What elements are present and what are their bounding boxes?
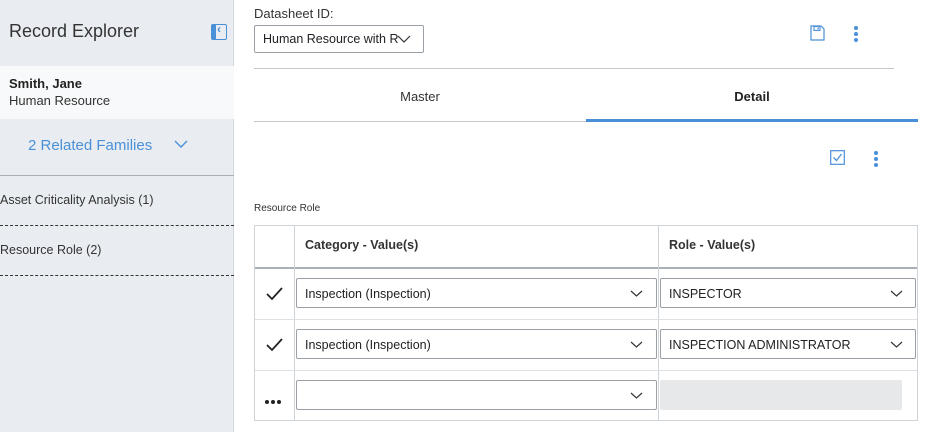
tab-bar: Master Detail — [254, 76, 918, 122]
header-divider — [255, 267, 917, 269]
datasheet-select[interactable]: Human Resource with R — [254, 25, 424, 53]
related-families-label: 2 Related Families — [28, 137, 153, 154]
role-select[interactable]: INSPECTION ADMINISTRATOR — [660, 329, 916, 359]
category-value: Inspection (Inspection) — [305, 287, 431, 301]
checkmark-icon[interactable] — [265, 335, 285, 355]
datasheet-select-value: Human Resource with R — [263, 32, 399, 46]
column-header-category[interactable]: Category - Value(s) — [305, 226, 655, 268]
category-value: Inspection (Inspection) — [305, 338, 431, 352]
chevron-down-icon — [630, 341, 643, 348]
current-record[interactable]: Smith, Jane Human Resource — [0, 66, 234, 119]
record-name: Smith, Jane — [9, 76, 82, 91]
category-select[interactable]: Inspection (Inspection) — [296, 278, 657, 308]
kebab-menu-icon[interactable] — [853, 26, 859, 42]
ellipsis-icon[interactable] — [265, 391, 285, 404]
sidebar-collapse-icon[interactable]: ‹ — [211, 22, 227, 40]
grid-caption: Resource Role — [254, 203, 321, 214]
role-select-disabled — [660, 380, 902, 410]
record-explorer-sidebar: Record Explorer ‹ Smith, Jane Human Reso… — [0, 0, 234, 432]
sidebar-title: Record Explorer — [9, 21, 140, 41]
divider — [254, 68, 894, 69]
column-divider — [658, 226, 659, 420]
sidebar-header: Record Explorer ‹ — [0, 0, 233, 66]
save-icon[interactable] — [809, 25, 825, 41]
tab-master[interactable]: Master — [254, 76, 586, 122]
checkmark-icon[interactable] — [265, 284, 285, 304]
family-item-asset-criticality[interactable]: Asset Criticality Analysis (1) — [0, 176, 234, 226]
chevron-down-icon — [174, 140, 188, 148]
checkbox-icon[interactable] — [830, 150, 845, 165]
datasheet-panel: Datasheet ID: Human Resource with R Mast… — [235, 0, 934, 432]
chevron-down-icon — [397, 35, 411, 43]
family-item-resource-role[interactable]: Resource Role (2) — [0, 226, 234, 276]
resource-role-grid: Category - Value(s) Role - Value(s) Insp… — [254, 225, 918, 421]
chevron-down-icon — [890, 290, 903, 297]
chevron-down-icon — [630, 392, 643, 399]
chevron-down-icon — [630, 290, 643, 297]
record-family: Human Resource — [9, 93, 111, 108]
row-divider — [255, 370, 917, 371]
family-item-label: Resource Role (2) — [0, 243, 102, 257]
tab-detail[interactable]: Detail — [586, 76, 918, 122]
kebab-menu-icon[interactable] — [873, 151, 879, 167]
datasheet-id-label: Datasheet ID: — [254, 6, 334, 21]
column-divider — [294, 226, 295, 420]
role-select[interactable]: INSPECTOR — [660, 278, 916, 308]
family-item-label: Asset Criticality Analysis (1) — [0, 193, 154, 207]
role-value: INSPECTION ADMINISTRATOR — [669, 338, 851, 352]
category-select-new[interactable] — [296, 380, 657, 410]
row-divider — [255, 319, 917, 320]
role-value: INSPECTOR — [669, 287, 742, 301]
category-select[interactable]: Inspection (Inspection) — [296, 329, 657, 359]
chevron-down-icon — [890, 341, 903, 348]
related-families-toggle[interactable]: 2 Related Families — [0, 119, 234, 176]
column-header-role[interactable]: Role - Value(s) — [669, 226, 909, 268]
